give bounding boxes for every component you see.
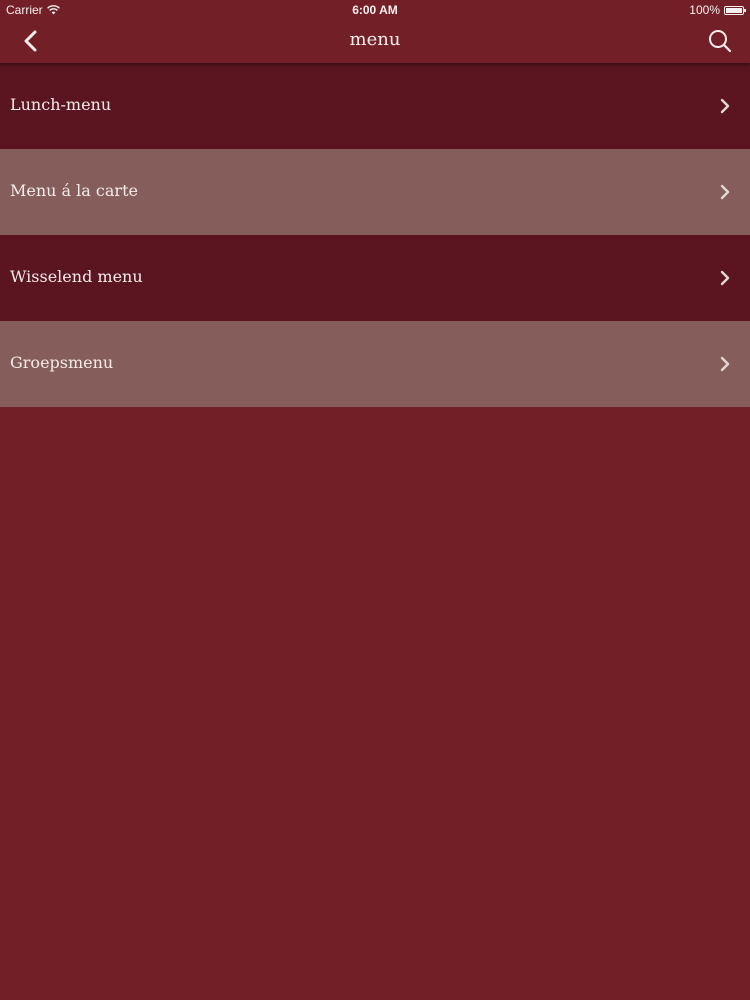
chevron-right-icon [720,356,730,372]
menu-item-label: Groepsmenu [10,353,114,372]
chevron-right-icon [720,270,730,286]
search-icon [709,30,732,53]
status-time: 6:00 AM [352,3,398,17]
search-button[interactable] [704,27,736,57]
battery-group: 100% [689,3,746,17]
menu-item-label: Lunch-menu [10,95,112,114]
page-title: menu [349,29,401,50]
menu-item-label: Menu á la carte [10,181,138,200]
navigation-bar: menu [0,20,750,63]
menu-item-lunch-menu[interactable]: Lunch-menu [0,63,750,149]
menu-item-groepsmenu[interactable]: Groepsmenu [0,321,750,407]
menu-item-label: Wisselend menu [10,267,143,286]
chevron-right-icon [720,98,730,114]
chevron-right-icon [720,184,730,200]
status-bar: Carrier 6:00 AM 100% [0,0,750,20]
battery-icon [724,5,746,15]
menu-item-a-la-carte[interactable]: Menu á la carte [0,149,750,235]
menu-list: Lunch-menu Menu á la carte Wisselend men… [0,63,750,407]
menu-item-wisselend-menu[interactable]: Wisselend menu [0,235,750,321]
battery-percent: 100% [689,3,720,17]
